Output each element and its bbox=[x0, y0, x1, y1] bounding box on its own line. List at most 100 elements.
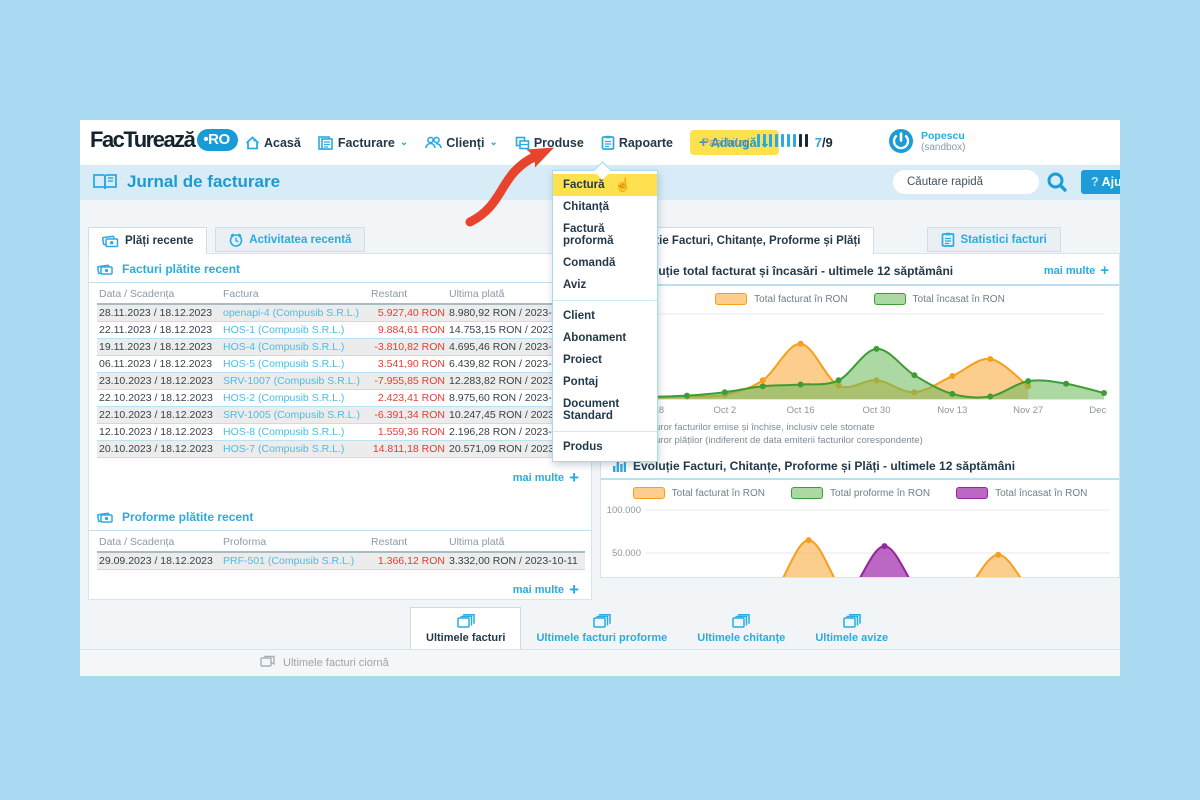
chart1-more-link[interactable]: mai multe+ bbox=[1044, 262, 1109, 279]
menu-item-produs[interactable]: Produs bbox=[553, 436, 657, 458]
nav-item-clienți[interactable]: Clienți⌄ bbox=[425, 136, 498, 150]
tab-statistici-facturi[interactable]: Statistici facturi bbox=[927, 227, 1061, 252]
menu-item-client[interactable]: Client bbox=[553, 305, 657, 327]
column-header: Restant bbox=[369, 285, 447, 304]
cell-last-payment: 3.332,00 RON / 2023-10-11 bbox=[447, 552, 585, 570]
legend-item: Total încasat în RON bbox=[874, 293, 1005, 305]
user-environment: (sandbox) bbox=[921, 142, 965, 154]
cell-date: 06.11.2023 / 18.12.2023 bbox=[97, 356, 221, 373]
app-logo[interactable]: FacTurează •RO bbox=[90, 127, 238, 153]
menu-item-label: Proiect bbox=[563, 354, 602, 366]
nav-item-produse[interactable]: Produse bbox=[515, 136, 584, 150]
documents-gray-icon bbox=[260, 655, 276, 671]
tab-activitatea-recent-[interactable]: Activitatea recentă bbox=[215, 227, 365, 252]
nav-item-rapoarte[interactable]: Rapoarte bbox=[601, 135, 673, 150]
legend-item: Total proforme în RON bbox=[791, 487, 930, 499]
cell-date: 28.11.2023 / 18.12.2023 bbox=[97, 304, 221, 322]
chevron-down-icon: ⌄ bbox=[489, 137, 497, 148]
paid-proformas-table: Data / ScadențaProformaRestantUltima pla… bbox=[97, 533, 585, 570]
menu-item-label: Comandă bbox=[563, 257, 615, 269]
cell-date: 19.11.2023 / 18.12.2023 bbox=[97, 339, 221, 356]
proformas-more-link[interactable]: mai multe+ bbox=[89, 570, 591, 600]
user-menu[interactable]: Popescu (sandbox) bbox=[888, 128, 965, 154]
bottom-tab-ultimele-avize[interactable]: Ultimele avize bbox=[800, 608, 903, 649]
document-link[interactable]: HOS-8 (Compusib S.R.L.) bbox=[221, 424, 369, 441]
bottom-tab-ultimele-chitan-e[interactable]: Ultimele chitanțe bbox=[682, 608, 800, 649]
x-axis-label: Oct 2 bbox=[713, 405, 736, 416]
step-tick bbox=[763, 134, 766, 147]
paid-invoices-table: Data / ScadențaFacturaRestantUltima plat… bbox=[97, 285, 585, 458]
paid-invoices-icon bbox=[97, 262, 114, 276]
logo-text: FacTurează bbox=[90, 127, 194, 153]
document-link[interactable]: SRV-1005 (Compusib S.R.L.) bbox=[221, 407, 369, 424]
chart1-note-line: Suma tuturor plăților (indiferent de dat… bbox=[617, 434, 1119, 447]
menu-item-pontaj[interactable]: Pontaj bbox=[553, 371, 657, 393]
proformas-section-heading: Proforme plătite recent bbox=[89, 502, 591, 531]
x-axis-label: Dec 11 bbox=[1089, 405, 1109, 416]
menu-item-document-standard[interactable]: Document Standard bbox=[553, 393, 657, 427]
clock-icon bbox=[229, 233, 243, 247]
step-tick bbox=[799, 134, 802, 147]
tab-pl-i-recente[interactable]: Plăți recente bbox=[88, 227, 207, 254]
tab-label: Evoluție Facturi, Chitanțe, Proforme și … bbox=[624, 235, 860, 247]
nav-item-acasă[interactable]: Acasă bbox=[245, 136, 301, 150]
menu-item-proiect[interactable]: Proiect bbox=[553, 349, 657, 371]
user-name: Popescu bbox=[921, 130, 965, 142]
chart2-title-row: Evoluție Facturi, Chitanțe, Proforme și … bbox=[601, 455, 1119, 480]
invoices-more-link[interactable]: mai multe+ bbox=[89, 458, 591, 488]
cell-outstanding: 1.559,36 RON bbox=[369, 424, 447, 441]
help-button[interactable]: ?Ajutor bbox=[1081, 170, 1120, 194]
menu-item-label: Factură proformă bbox=[563, 223, 613, 247]
menu-item-abonament[interactable]: Abonament bbox=[553, 327, 657, 349]
bottom-tab-ultimele-facturi-proforme[interactable]: Ultimele facturi proforme bbox=[521, 608, 682, 649]
nav-item-facturare[interactable]: Facturare⌄ bbox=[318, 136, 408, 150]
menu-item-factur-[interactable]: Factură☝ bbox=[553, 174, 657, 196]
document-link[interactable]: openapi-4 (Compusib S.R.L.) bbox=[221, 304, 369, 322]
menu-item-comand-[interactable]: Comandă bbox=[553, 252, 657, 274]
clipboard-icon bbox=[941, 232, 955, 247]
search-icon[interactable] bbox=[1045, 170, 1069, 194]
document-link[interactable]: HOS-2 (Compusib S.R.L.) bbox=[221, 390, 369, 407]
cell-outstanding: -3.810,82 RON bbox=[369, 339, 447, 356]
cell-outstanding: 1.366,12 RON bbox=[369, 552, 447, 570]
cell-outstanding: -7.955,85 RON bbox=[369, 373, 447, 390]
payments-icon bbox=[102, 234, 119, 248]
tab-label: Plăți recente bbox=[125, 235, 193, 247]
legend-swatch bbox=[715, 293, 747, 305]
cell-outstanding: 3.541,90 RON bbox=[369, 356, 447, 373]
document-link[interactable]: HOS-4 (Compusib S.R.L.) bbox=[221, 339, 369, 356]
menu-item-factur-proform-[interactable]: Factură proformă bbox=[553, 218, 657, 252]
chart2-title: Evoluție Facturi, Chitanțe, Proforme și … bbox=[613, 459, 1109, 473]
legend-item: Total încasat în RON bbox=[956, 487, 1087, 499]
menu-item-label: Document Standard bbox=[563, 398, 619, 422]
nav-item-label: Facturare bbox=[338, 136, 395, 150]
bottom-tab-ultimele-facturi[interactable]: Ultimele facturi bbox=[410, 607, 521, 649]
cell-date: 20.10.2023 / 18.12.2023 bbox=[97, 441, 221, 458]
menu-item-chitan-[interactable]: Chitanță bbox=[553, 196, 657, 218]
cell-date: 12.10.2023 / 18.12.2023 bbox=[97, 424, 221, 441]
x-axis-label: Oct 16 bbox=[787, 405, 815, 416]
menu-divider bbox=[553, 431, 657, 432]
cell-outstanding: 2.423,41 RON bbox=[369, 390, 447, 407]
search-input[interactable] bbox=[893, 170, 1039, 194]
document-link[interactable]: HOS-1 (Compusib S.R.L.) bbox=[221, 322, 369, 339]
menu-item-aviz[interactable]: Aviz bbox=[553, 274, 657, 296]
document-link[interactable]: HOS-5 (Compusib S.R.L.) bbox=[221, 356, 369, 373]
journal-icon bbox=[92, 172, 118, 192]
legend-item: Total facturat în RON bbox=[715, 293, 847, 305]
document-link[interactable]: PRF-501 (Compusib S.R.L.) bbox=[221, 552, 369, 570]
y-axis-label: 50.000 bbox=[612, 548, 641, 559]
document-link[interactable]: HOS-7 (Compusib S.R.L.) bbox=[221, 441, 369, 458]
step-tick bbox=[775, 134, 778, 147]
table-row: 29.09.2023 / 18.12.2023PRF-501 (Compusib… bbox=[97, 552, 585, 570]
legend-swatch bbox=[874, 293, 906, 305]
document-link[interactable]: SRV-1007 (Compusib S.R.L.) bbox=[221, 373, 369, 390]
table-row: 20.10.2023 / 18.12.2023HOS-7 (Compusib S… bbox=[97, 441, 585, 458]
menu-item-label: Abonament bbox=[563, 332, 626, 344]
drafts-collapsed-tab[interactable]: Ultimele facturi ciornă bbox=[80, 650, 1120, 676]
clients-icon bbox=[425, 136, 442, 149]
cell-outstanding: 9.884,61 RON bbox=[369, 322, 447, 339]
documents-icon bbox=[593, 614, 611, 629]
legend-label: Total încasat în RON bbox=[913, 294, 1005, 305]
bottom-tab-label: Ultimele avize bbox=[815, 632, 888, 644]
